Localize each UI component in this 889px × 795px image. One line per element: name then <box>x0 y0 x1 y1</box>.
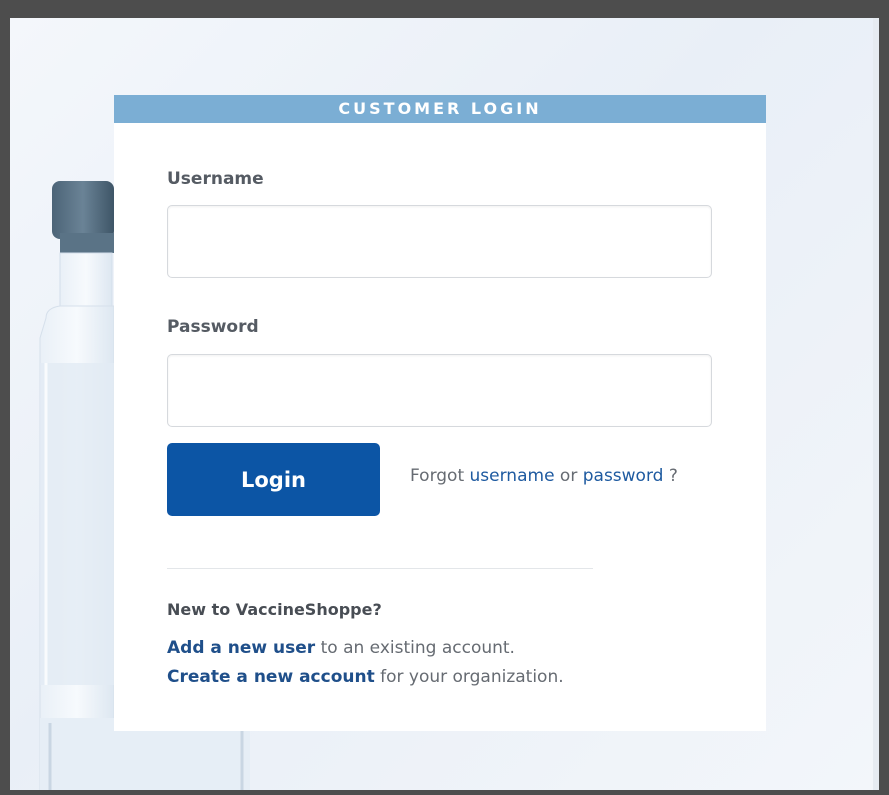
section-divider <box>167 568 593 569</box>
customer-login-card: CUSTOMER LOGIN Username Password Login F… <box>114 95 766 731</box>
username-label: Username <box>167 169 264 189</box>
add-user-line: Add a new user to an existing account. <box>167 638 515 658</box>
create-account-suffix: for your organization. <box>374 667 564 687</box>
username-input[interactable] <box>167 205 712 278</box>
login-card-header: CUSTOMER LOGIN <box>114 95 766 123</box>
create-new-account-link[interactable]: Create a new account <box>167 667 375 687</box>
forgot-password-link[interactable]: password <box>583 466 664 486</box>
new-customer-title: New to VaccineShoppe? <box>167 600 382 619</box>
create-account-line: Create a new account for your organizati… <box>167 667 564 687</box>
forgot-or: or <box>554 466 583 486</box>
forgot-credentials-text: Forgot username or password ? <box>410 466 678 486</box>
forgot-username-link[interactable]: username <box>470 466 555 486</box>
login-button[interactable]: Login <box>167 443 380 516</box>
forgot-prefix: Forgot <box>410 466 470 486</box>
forgot-suffix: ? <box>663 466 678 486</box>
add-user-suffix: to an existing account. <box>315 638 515 658</box>
add-new-user-link[interactable]: Add a new user <box>167 638 315 658</box>
password-label: Password <box>167 317 259 337</box>
password-input[interactable] <box>167 354 712 427</box>
page-background: CUSTOMER LOGIN Username Password Login F… <box>10 18 879 790</box>
